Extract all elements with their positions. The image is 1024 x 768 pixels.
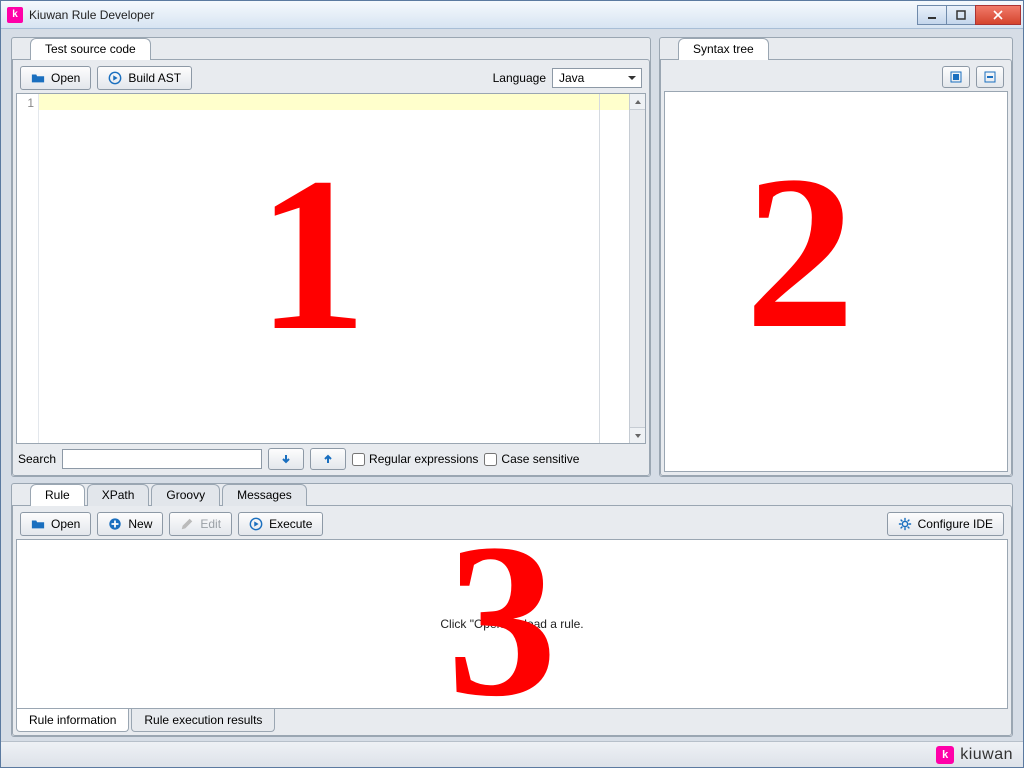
tab-label: XPath xyxy=(102,488,135,502)
brand-text: kiuwan xyxy=(960,746,1013,764)
arrow-down-icon xyxy=(280,453,292,465)
execute-rule-button[interactable]: Execute xyxy=(238,512,323,536)
tab-label: Rule execution results xyxy=(144,713,262,727)
regex-check-input[interactable] xyxy=(352,453,365,466)
editor-body[interactable] xyxy=(39,94,629,443)
search-prev-button[interactable] xyxy=(310,448,346,470)
arrow-up-icon xyxy=(322,453,334,465)
new-rule-button[interactable]: New xyxy=(97,512,163,536)
vertical-scrollbar[interactable] xyxy=(629,94,645,443)
button-label: Open xyxy=(51,71,80,85)
language-value: Java xyxy=(559,71,584,85)
expand-icon xyxy=(949,70,963,84)
tab-label: Groovy xyxy=(166,488,205,502)
client-area: Test source code Open Build AST xyxy=(1,29,1023,741)
play-circle-icon xyxy=(249,517,263,531)
case-label: Case sensitive xyxy=(501,452,579,466)
window-buttons xyxy=(918,5,1021,25)
maximize-button[interactable] xyxy=(946,5,976,25)
regex-checkbox[interactable]: Regular expressions xyxy=(352,452,478,466)
tab-label: Syntax tree xyxy=(693,42,754,56)
tab-label: Messages xyxy=(237,488,292,502)
tab-groovy[interactable]: Groovy xyxy=(151,484,220,506)
tab-rule-information[interactable]: Rule information xyxy=(16,709,129,732)
button-label: Edit xyxy=(200,517,221,531)
kiuwan-logo-icon: k xyxy=(936,746,954,764)
tab-messages[interactable]: Messages xyxy=(222,484,307,506)
footer: k kiuwan xyxy=(1,741,1023,767)
regex-label: Regular expressions xyxy=(369,452,478,466)
editor-gutter: 1 xyxy=(17,94,39,443)
syntax-panel: Syntax tree 2 xyxy=(659,37,1013,477)
syntax-tree-view[interactable]: 2 xyxy=(664,91,1008,472)
source-editor[interactable]: 1 1 xyxy=(16,93,646,444)
edit-rule-button[interactable]: Edit xyxy=(169,512,232,536)
search-label: Search xyxy=(18,452,56,466)
source-panel: Test source code Open Build AST xyxy=(11,37,651,477)
case-check-input[interactable] xyxy=(484,453,497,466)
tab-test-source[interactable]: Test source code xyxy=(30,38,151,60)
rule-toolbar: Open New Edit Execute xyxy=(16,509,1008,539)
overlay-number-2: 2 xyxy=(745,142,855,362)
plus-circle-icon xyxy=(108,517,122,531)
tab-rule[interactable]: Rule xyxy=(30,484,85,506)
tab-label: Rule information xyxy=(29,713,116,727)
folder-open-icon xyxy=(31,71,45,85)
app-icon: k xyxy=(7,7,23,23)
language-label: Language xyxy=(493,71,546,85)
button-label: Execute xyxy=(269,517,312,531)
search-input[interactable] xyxy=(62,449,262,469)
play-circle-icon xyxy=(108,71,122,85)
current-line-highlight xyxy=(39,94,629,110)
window-title: Kiuwan Rule Developer xyxy=(29,8,918,22)
rule-content-area: Click "Open" to load a rule. 3 xyxy=(16,539,1008,709)
case-checkbox[interactable]: Case sensitive xyxy=(484,452,579,466)
minimize-button[interactable] xyxy=(917,5,947,25)
button-label: Configure IDE xyxy=(918,517,993,531)
titlebar: k Kiuwan Rule Developer xyxy=(1,1,1023,29)
source-toolbar: Open Build AST Language Java xyxy=(16,63,646,93)
tab-label: Test source code xyxy=(45,42,136,56)
rule-bottom-tabs: Rule information Rule execution results xyxy=(16,709,1008,732)
build-ast-button[interactable]: Build AST xyxy=(97,66,192,90)
line-number: 1 xyxy=(17,96,34,110)
margin-guide xyxy=(599,94,600,443)
open-rule-button[interactable]: Open xyxy=(20,512,91,536)
configure-ide-button[interactable]: Configure IDE xyxy=(887,512,1004,536)
collapse-all-button[interactable] xyxy=(976,66,1004,88)
search-next-button[interactable] xyxy=(268,448,304,470)
close-button[interactable] xyxy=(975,5,1021,25)
gear-icon xyxy=(898,517,912,531)
scroll-down-icon[interactable] xyxy=(630,427,645,443)
button-label: New xyxy=(128,517,152,531)
folder-open-icon xyxy=(31,517,45,531)
tab-syntax-tree[interactable]: Syntax tree xyxy=(678,38,769,60)
button-label: Open xyxy=(51,517,80,531)
language-select[interactable]: Java xyxy=(552,68,642,88)
top-split: Test source code Open Build AST xyxy=(11,37,1013,477)
tab-label: Rule xyxy=(45,488,70,502)
expand-all-button[interactable] xyxy=(942,66,970,88)
pencil-icon xyxy=(180,517,194,531)
collapse-icon xyxy=(983,70,997,84)
open-source-button[interactable]: Open xyxy=(20,66,91,90)
tab-xpath[interactable]: XPath xyxy=(87,484,150,506)
rule-placeholder-text: Click "Open" to load a rule. xyxy=(440,617,583,631)
rule-panel: Rule XPath Groovy Messages Open New xyxy=(11,483,1013,737)
scroll-up-icon[interactable] xyxy=(630,94,645,110)
button-label: Build AST xyxy=(128,71,181,85)
tab-rule-execution-results[interactable]: Rule execution results xyxy=(131,709,275,732)
app-window: k Kiuwan Rule Developer Test source code xyxy=(0,0,1024,768)
search-bar: Search Regular expressions Case sensitiv… xyxy=(16,444,646,472)
syntax-toolbar xyxy=(664,63,1008,91)
